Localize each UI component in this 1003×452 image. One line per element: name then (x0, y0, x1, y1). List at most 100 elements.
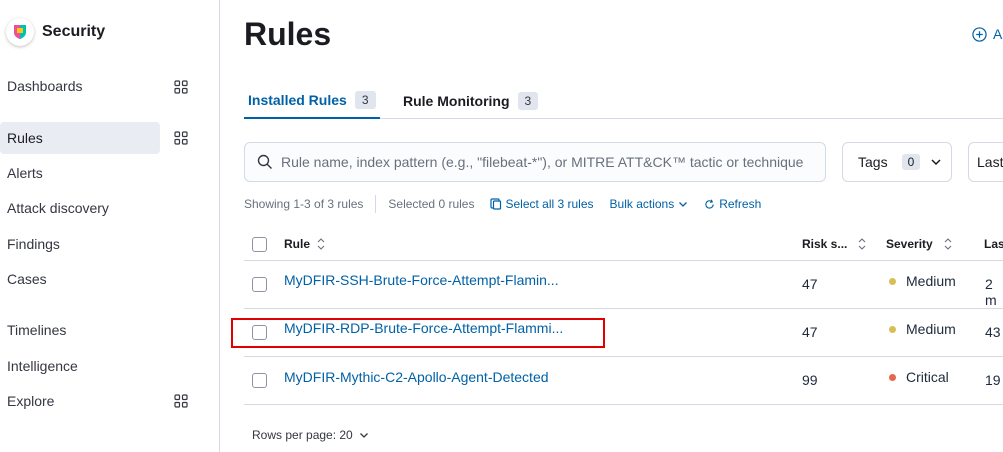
add-rules-label: A (993, 26, 1003, 42)
severity-badge: Critical (889, 369, 949, 385)
sidebar-item-explore[interactable]: Explore (0, 385, 160, 417)
severity-label: Medium (906, 273, 956, 289)
rules-tabs: Installed Rules 3 Rule Monitoring 3 (244, 82, 1003, 119)
add-rules-button[interactable]: A (972, 26, 1002, 42)
table-row: MyDFIR-SSH-Brute-Force-Attempt-Flamin...… (244, 261, 1003, 309)
sidebar-item-cases[interactable]: Cases (0, 263, 160, 295)
tab-installed-rules[interactable]: Installed Rules 3 (244, 82, 380, 119)
row-checkbox[interactable] (252, 373, 267, 388)
sidebar-item-timelines[interactable]: Timelines (0, 314, 160, 346)
tags-count-badge: 0 (901, 154, 921, 170)
rows-per-page-label: Rows per page: 20 (252, 428, 353, 442)
tags-filter-button[interactable]: Tags 0 (842, 142, 952, 182)
tags-label: Tags (858, 154, 888, 170)
search-input[interactable] (281, 154, 821, 170)
row-checkbox[interactable] (252, 325, 267, 340)
tab-label: Installed Rules (248, 91, 347, 108)
checkbox[interactable] (252, 325, 267, 340)
select-all-button[interactable]: Select all 3 rules (490, 197, 594, 211)
chevron-down-icon (931, 159, 941, 166)
table-row: MyDFIR-RDP-Brute-Force-Attempt-Flammi...… (244, 309, 1003, 357)
sidebar-item-label: Intelligence (7, 358, 78, 374)
sidebar-item-label: Explore (7, 393, 55, 409)
checkbox[interactable] (252, 237, 267, 252)
column-header-risk-score[interactable]: Risk s... (802, 237, 867, 251)
sidebar-item-alerts[interactable]: Alerts (0, 157, 160, 189)
severity-label: Medium (906, 321, 956, 337)
apps-grid-icon[interactable] (174, 394, 188, 408)
last-filter-button[interactable]: Last (968, 142, 1003, 182)
security-logo-icon (6, 18, 34, 46)
refresh-icon (705, 199, 714, 209)
sidebar-item-label: Cases (7, 271, 47, 287)
severity-dot (889, 277, 896, 285)
sidebar-item-attack-discovery[interactable]: Attack discovery (0, 192, 160, 224)
table-utility-bar: Showing 1-3 of 3 rules Selected 0 rules … (244, 194, 761, 214)
bulk-actions-button[interactable]: Bulk actions (610, 197, 689, 211)
sidebar-item-label: Findings (7, 236, 60, 252)
tab-rule-monitoring[interactable]: Rule Monitoring 3 (403, 82, 539, 119)
column-label: Severity (886, 237, 933, 251)
brand-title: Security (42, 23, 106, 40)
severity-dot (889, 373, 896, 381)
last-run: 43 (985, 324, 1001, 340)
severity-badge: Medium (889, 321, 956, 337)
severity-label: Critical (906, 369, 949, 385)
column-label: Risk s... (802, 237, 848, 251)
rows-per-page-button[interactable]: Rows per page: 20 (252, 428, 369, 442)
rule-name-link[interactable]: MyDFIR-Mythic-C2-Apollo-Agent-Detected (284, 369, 549, 385)
select-all-checkbox[interactable] (252, 237, 267, 252)
bulk-actions-label: Bulk actions (609, 197, 675, 211)
tab-label: Rule Monitoring (403, 92, 510, 109)
sidebar-item-rules[interactable]: Rules (0, 122, 160, 154)
sidebar-item-label: Dashboards (7, 78, 83, 94)
sort-icon (944, 238, 952, 250)
rule-name-link[interactable]: MyDFIR-SSH-Brute-Force-Attempt-Flamin... (284, 272, 559, 288)
checkbox[interactable] (252, 277, 267, 292)
apps-grid-icon[interactable] (174, 131, 188, 145)
refresh-label: Refresh (719, 197, 762, 211)
sidebar: Security Dashboards Rules Alerts Attack … (0, 0, 220, 452)
severity-dot (889, 325, 896, 333)
last-filter-label: Last (977, 154, 1003, 170)
rule-name-link[interactable]: MyDFIR-RDP-Brute-Force-Attempt-Flammi... (284, 320, 563, 336)
column-header-last[interactable]: Las (984, 237, 1003, 251)
select-all-label: Select all 3 rules (505, 197, 594, 211)
table-row: MyDFIR-Mythic-C2-Apollo-Agent-Detected 9… (244, 357, 1003, 405)
tab-count-badge: 3 (354, 90, 376, 109)
sort-icon (858, 238, 866, 250)
column-header-severity[interactable]: Severity (886, 237, 953, 251)
severity-badge: Medium (889, 273, 956, 289)
sidebar-item-label: Alerts (7, 165, 43, 181)
risk-score: 99 (802, 372, 818, 388)
chevron-down-icon (359, 433, 368, 438)
refresh-button[interactable]: Refresh (704, 197, 761, 211)
sort-icon (317, 238, 325, 250)
column-header-rule[interactable]: Rule (284, 237, 326, 251)
selected-count: Selected 0 rules (388, 197, 475, 211)
sidebar-item-dashboards[interactable]: Dashboards (0, 70, 160, 102)
column-label: Rule (284, 237, 311, 251)
last-run: 2 m (985, 276, 997, 308)
checkbox[interactable] (252, 373, 267, 388)
sidebar-item-label: Rules (7, 130, 43, 146)
table-header: Rule Risk s... Severity Las (244, 229, 1003, 261)
page-title: Rules (244, 16, 332, 52)
sidebar-item-label: Timelines (7, 322, 67, 338)
divider (375, 195, 377, 213)
sidebar-item-intelligence[interactable]: Intelligence (0, 350, 160, 382)
column-label: Las (984, 237, 1003, 251)
row-checkbox[interactable] (252, 277, 267, 292)
last-run: 19 (985, 372, 1001, 388)
tab-count-badge: 3 (517, 91, 539, 110)
showing-count: Showing 1-3 of 3 rules (244, 197, 364, 211)
chevron-down-icon (679, 202, 688, 207)
search-icon (257, 154, 272, 169)
apps-grid-icon[interactable] (174, 80, 188, 94)
risk-score: 47 (802, 276, 818, 292)
pages-select-icon (490, 198, 502, 210)
rule-search-box[interactable] (244, 142, 826, 182)
brand[interactable]: Security (6, 18, 105, 46)
risk-score: 47 (802, 324, 818, 340)
sidebar-item-findings[interactable]: Findings (0, 228, 160, 260)
